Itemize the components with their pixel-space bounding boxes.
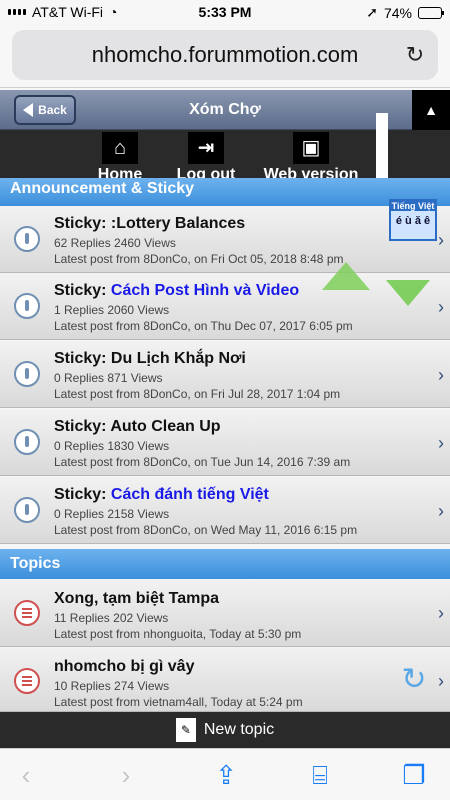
topic-latest: Latest post from nhonguoita, Today at 5:…: [54, 627, 302, 641]
menu-web-version[interactable]: ▣ Web version: [258, 132, 364, 184]
sticky-latest: Latest post from 8DonCo, on Wed May 11, …: [54, 523, 358, 537]
sticky-meta: 0 Replies 1830 Views: [54, 439, 170, 453]
sticky-title-text: Auto Clean Up: [110, 418, 221, 435]
sticky-title-text: Cách Post Hình và Video: [110, 282, 300, 299]
new-topic-icon: ✎: [175, 718, 196, 742]
sticky-meta: 62 Replies 2460 Views: [54, 236, 176, 250]
sticky-row[interactable]: Sticky: Cách đánh tiếng Việt 0 Replies 21…: [0, 477, 450, 544]
web-version-icon: ▣: [293, 132, 329, 164]
sticky-latest: Latest post from 8DonCo, on Fri Oct 05, …: [54, 252, 344, 266]
menu-logout[interactable]: ⇥ Log out: [168, 132, 244, 184]
sticky-prefix: Sticky:: [54, 418, 107, 435]
battery-percent: 74%: [383, 4, 412, 21]
sticky-icon: [14, 497, 40, 523]
new-topic-label: New topic: [203, 721, 275, 738]
status-right: ➚ 74%: [366, 4, 444, 21]
home-icon: ⌂: [102, 132, 138, 164]
vietnamese-keyboard-widget[interactable]: Tiếng Việt é ù ă ê: [389, 199, 437, 241]
topic-meta: 10 Replies 274 Views: [54, 679, 170, 693]
browser-toolbar: ‹ › ⇪ ⌸ ❐: [0, 748, 450, 800]
sticky-latest: Latest post from 8DonCo, on Thu Dec 07, …: [54, 319, 353, 333]
menu-home[interactable]: ⌂ Home: [92, 132, 148, 184]
sticky-prefix: Sticky:: [54, 282, 107, 299]
sticky-title-text: Du Lịch Khắp Nơi: [110, 350, 246, 367]
scroll-down-arrow-icon[interactable]: [386, 280, 430, 306]
topic-row[interactable]: Xong, tạm biệt Tampa 11 Replies 202 Views…: [0, 579, 450, 647]
chevron-right-icon: ›: [438, 365, 444, 385]
chevron-right-icon: ›: [438, 297, 444, 317]
sticky-row[interactable]: Sticky: Cách Post Hình và Video 1 Replies…: [0, 273, 450, 340]
sticky-latest: Latest post from 8DonCo, on Tue Jun 14, …: [54, 455, 351, 469]
chevron-right-icon: ›: [438, 603, 444, 623]
topic-icon: [14, 668, 40, 694]
battery-icon: [418, 6, 444, 19]
location-icon: ➚: [366, 4, 378, 20]
section-announcement: Announcement & Sticky: [0, 178, 450, 206]
sticky-icon: [14, 361, 40, 387]
viet-widget-title: Tiếng Việt: [391, 201, 435, 211]
scroll-up-arrow-icon[interactable]: [322, 262, 370, 290]
new-topic-bar[interactable]: ✎ New topic: [0, 712, 450, 748]
section-topics: Topics: [0, 549, 450, 579]
topic-icon: [14, 600, 40, 626]
topic-title[interactable]: Xong, tạm biệt Tampa: [54, 590, 219, 608]
sticky-title-text: Cách đánh tiếng Việt: [110, 486, 269, 503]
url-field[interactable]: nhomcho.forummotion.com ↻: [12, 30, 438, 80]
topic-title[interactable]: nhomcho bị gì vây: [54, 658, 194, 676]
tabs-icon[interactable]: ❐: [398, 759, 430, 791]
sticky-title[interactable]: Sticky: Cách đánh tiếng Việt: [54, 486, 269, 504]
chevron-right-icon: ›: [438, 433, 444, 453]
chevron-right-icon: ›: [438, 671, 444, 691]
safari-back-icon[interactable]: ‹: [10, 759, 42, 791]
address-bar-area: nhomcho.forummotion.com ↻: [0, 26, 450, 88]
logout-icon: ⇥: [188, 132, 224, 164]
reload-icon[interactable]: ↻: [404, 44, 426, 66]
sticky-prefix: Sticky:: [54, 215, 107, 232]
sticky-title[interactable]: Sticky: Du Lịch Khắp Nơi: [54, 350, 246, 368]
topic-meta: 11 Replies 202 Views: [54, 611, 169, 625]
sticky-icon: [14, 226, 40, 252]
collapse-menu-button[interactable]: ▲: [412, 90, 450, 130]
sticky-icon: [14, 429, 40, 455]
sticky-title-text: :Lottery Balances: [110, 215, 246, 232]
sticky-meta: 1 Replies 2060 Views: [54, 303, 170, 317]
sticky-title[interactable]: Sticky: Auto Clean Up: [54, 418, 221, 436]
share-icon[interactable]: ⇪: [210, 759, 242, 791]
sticky-icon: [14, 293, 40, 319]
chevron-right-icon: ›: [438, 230, 444, 250]
sticky-row[interactable]: Sticky: Auto Clean Up 0 Replies 1830 View…: [0, 409, 450, 476]
sticky-latest: Latest post from 8DonCo, on Fri Jul 28, …: [54, 387, 341, 401]
viet-widget-keys: é ù ă ê: [395, 215, 431, 227]
sticky-meta: 0 Replies 871 Views: [54, 371, 163, 385]
sticky-prefix: Sticky:: [54, 486, 107, 503]
sticky-prefix: Sticky:: [54, 350, 107, 367]
refresh-icon[interactable]: ↻: [398, 664, 430, 696]
topic-latest: Latest post from vietnam4all, Today at 5…: [54, 695, 303, 709]
sticky-title[interactable]: Sticky: Cách Post Hình và Video: [54, 282, 299, 300]
bookmarks-icon[interactable]: ⌸: [304, 759, 336, 791]
status-bar: AT&T Wi-Fi ◔ 5:33 PM ➚ 74%: [0, 0, 450, 24]
sticky-meta: 0 Replies 2158 Views: [54, 507, 170, 521]
url-text: nhomcho.forummotion.com: [91, 42, 359, 67]
sticky-row[interactable]: Sticky: :Lottery Balances 62 Replies 2460…: [0, 206, 450, 273]
topic-row[interactable]: nhomcho bị gì vây 10 Replies 274 Views Lat…: [0, 647, 450, 712]
chevron-right-icon: ›: [438, 501, 444, 521]
sticky-title[interactable]: Sticky: :Lottery Balances: [54, 215, 245, 233]
safari-forward-icon[interactable]: ›: [110, 759, 142, 791]
sticky-row[interactable]: Sticky: Du Lịch Khắp Nơi 0 Replies 871 Vi…: [0, 341, 450, 408]
